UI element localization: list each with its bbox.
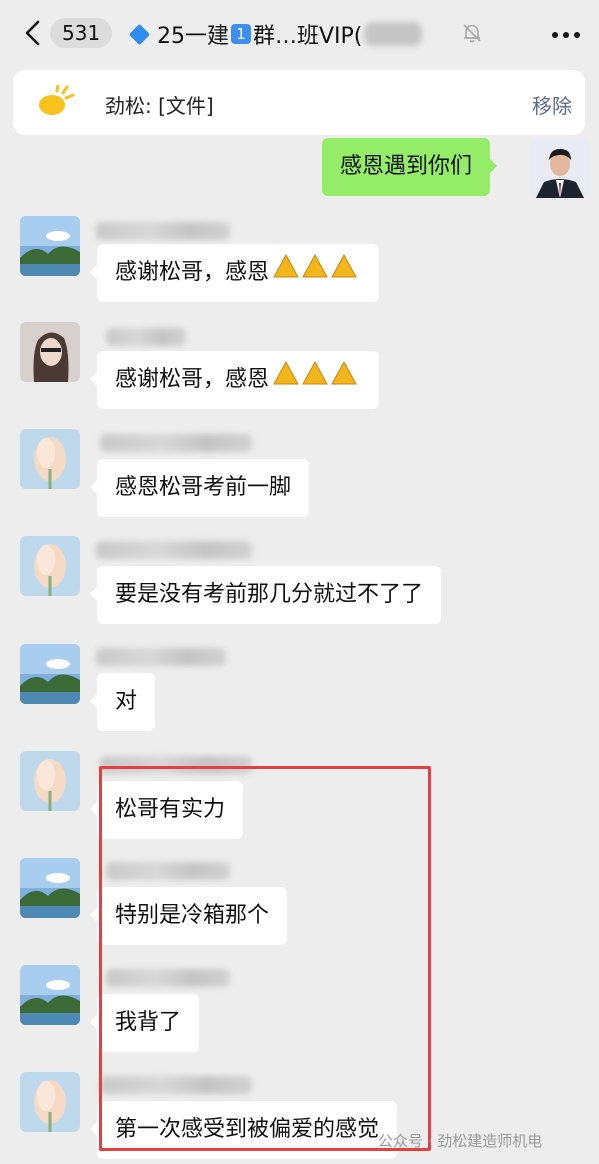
more-dots-icon[interactable] [551,31,581,39]
chat-title[interactable]: 25一建 1 群…班VIP( [128,18,423,50]
bubble-tail [90,586,98,602]
message-text: 感谢松哥，感恩 [115,367,270,392]
message-bubble[interactable]: 感谢松哥，感恩 [90,351,380,409]
message-bubble[interactable]: 感谢松哥，感恩 [90,244,380,302]
sender-avatar[interactable] [20,965,80,1025]
message-bubble[interactable]: 对 [90,673,156,731]
bubble-tail [90,264,98,280]
watermark: 公众号 · 劲松建造师机电 [378,1132,543,1150]
sender-avatar[interactable] [20,216,80,276]
message-bubble-me[interactable]: 感恩遇到你们 [322,138,498,196]
message-bubble[interactable]: 感恩松哥考前一脚 [90,459,310,517]
praying-hands-icon [271,351,361,409]
keycap-one-icon: 1 [231,24,251,44]
message-bubble[interactable]: 要是没有考前那几分就过不了了 [90,566,442,624]
chat-title-prefix: 25一建 [157,24,229,49]
highlight-frame [99,766,431,1151]
sender-name-redacted [100,434,252,452]
sender-avatar[interactable] [20,1072,80,1132]
sender-avatar[interactable] [20,644,80,704]
remove-pin-button[interactable]: 移除 [532,90,572,119]
sender-avatar[interactable] [20,322,80,382]
sender-name-redacted [96,222,230,240]
message-text: 感恩松哥考前一脚 [115,475,292,500]
sender-name-redacted [106,328,186,346]
message-text: 感谢松哥，感恩 [115,260,270,285]
sender-avatar[interactable] [20,429,80,489]
bubble-tail [90,1121,98,1137]
sender-name-redacted [96,541,252,559]
bubble-tail [90,907,98,923]
chat-title-suffix: 群…班VIP( [253,24,363,49]
bubble-tail [90,371,98,387]
message-text: 要是没有考前那几分就过不了了 [115,582,424,607]
chevron-left-icon[interactable] [24,20,40,46]
my-avatar[interactable] [530,138,590,198]
sender-avatar[interactable] [20,858,80,918]
sender-name-redacted [96,648,226,666]
diamond-icon [128,23,151,45]
praying-hands-icon [271,244,361,302]
pinned-message-text: 劲松: [文件] [105,94,214,118]
pinned-message-bar[interactable]: 劲松: [文件] 移除 [13,70,585,135]
bell-off-icon [463,24,481,43]
sender-avatar[interactable] [20,536,80,596]
bubble-tail [90,801,98,817]
chat-header: 531 25一建 1 群…班VIP( [0,0,599,68]
message-text: 感恩遇到你们 [340,154,473,179]
message-text: 对 [115,689,138,714]
bubble-tail [90,479,98,495]
bubble-tail [90,693,98,709]
title-redaction [364,22,423,46]
bubble-tail [90,1014,98,1030]
sender-avatar[interactable] [20,751,80,811]
bubble-tail [489,158,498,174]
announcement-icon [39,85,75,115]
unread-count-badge[interactable]: 531 [50,18,113,48]
